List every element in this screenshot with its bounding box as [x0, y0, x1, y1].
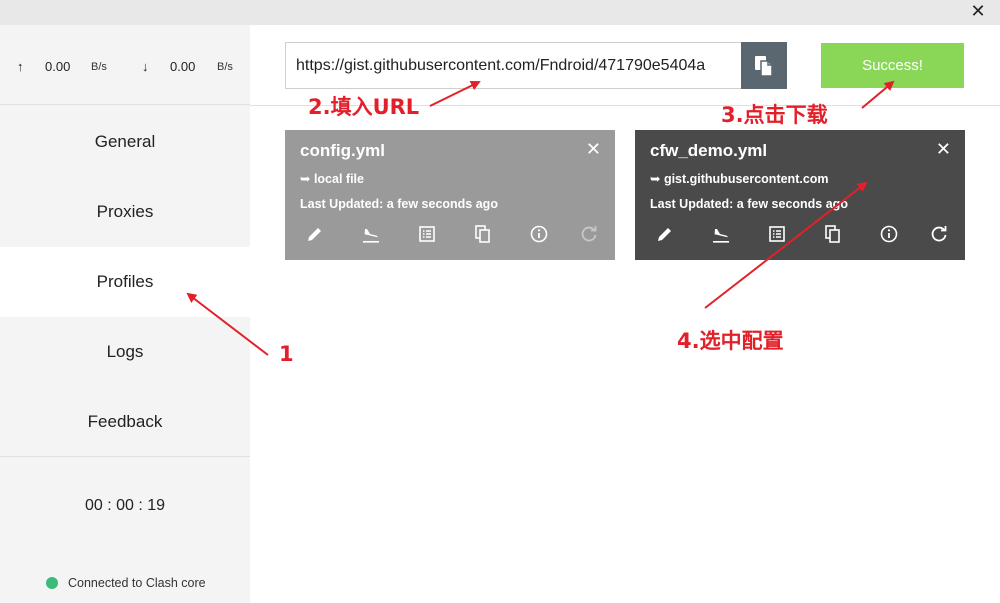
- profile-card-config[interactable]: config.yml ✕ ➥ local file Last Updated: …: [285, 130, 615, 260]
- sidebar-item-general[interactable]: General: [0, 107, 250, 177]
- connection-status: Connected to Clash core: [68, 576, 206, 590]
- sidebar-divider: [0, 456, 250, 457]
- profile-card-cfw-demo[interactable]: cfw_demo.yml ✕ ➥ gist.githubusercontent.…: [635, 130, 965, 260]
- sidebar-item-profiles[interactable]: Profiles: [0, 247, 250, 317]
- sidebar-item-proxies[interactable]: Proxies: [0, 177, 250, 247]
- copy-icon[interactable]: [823, 224, 845, 246]
- profile-source: ➥ gist.githubusercontent.com: [650, 172, 829, 186]
- plane-landing-icon[interactable]: [711, 224, 733, 246]
- upload-arrow-icon: ↑: [17, 59, 24, 74]
- info-icon[interactable]: [879, 224, 901, 246]
- profile-updated: Last Updated: a few seconds ago: [300, 197, 498, 211]
- profile-name: cfw_demo.yml: [650, 141, 768, 160]
- info-icon[interactable]: [529, 224, 551, 246]
- profile-delete-icon[interactable]: ✕: [586, 139, 601, 160]
- annotation-step-4: 4.选中配置: [677, 329, 784, 353]
- profile-url-input[interactable]: https://gist.githubusercontent.com/Fndro…: [285, 42, 741, 89]
- download-arrow-icon: ↓: [142, 59, 149, 74]
- sidebar: ↑ 0.00 B/s ↓ 0.00 B/s General Proxies Pr…: [0, 25, 250, 603]
- title-bar: ✕: [0, 0, 1000, 25]
- profile-updated: Last Updated: a few seconds ago: [650, 197, 848, 211]
- sidebar-item-logs[interactable]: Logs: [0, 317, 250, 387]
- upload-speed-unit: B/s: [91, 61, 107, 73]
- refresh-icon[interactable]: [579, 224, 601, 246]
- profile-delete-icon[interactable]: ✕: [936, 139, 951, 160]
- profile-actions: [297, 224, 607, 246]
- download-button[interactable]: Success!: [821, 43, 964, 88]
- pencil-icon[interactable]: [655, 224, 677, 246]
- annotation-step-3: 3.点击下载: [721, 103, 828, 127]
- download-speed-unit: B/s: [217, 61, 233, 73]
- uptime-timer: 00 : 00 : 19: [84, 497, 166, 514]
- profile-source: ➥ local file: [300, 172, 364, 186]
- profile-name: config.yml: [300, 141, 386, 160]
- upload-speed-value: 0.00: [45, 59, 71, 74]
- plane-landing-icon[interactable]: [361, 224, 383, 246]
- list-icon[interactable]: [767, 224, 789, 246]
- refresh-icon[interactable]: [929, 224, 951, 246]
- list-icon[interactable]: [417, 224, 439, 246]
- paste-button[interactable]: [741, 42, 787, 89]
- annotation-step-2: 2.填入URL: [308, 95, 420, 119]
- sidebar-item-feedback[interactable]: Feedback: [0, 387, 250, 457]
- copy-icon[interactable]: [473, 224, 495, 246]
- paste-icon: [755, 55, 773, 77]
- connection-status-dot: [46, 577, 58, 589]
- profile-actions: [647, 224, 957, 246]
- download-speed-value: 0.00: [170, 59, 196, 74]
- window-close-icon[interactable]: ✕: [968, 2, 988, 22]
- pencil-icon[interactable]: [305, 224, 327, 246]
- annotation-step-1: 1: [279, 342, 294, 366]
- traffic-meter: ↑ 0.00 B/s ↓ 0.00 B/s: [0, 25, 250, 105]
